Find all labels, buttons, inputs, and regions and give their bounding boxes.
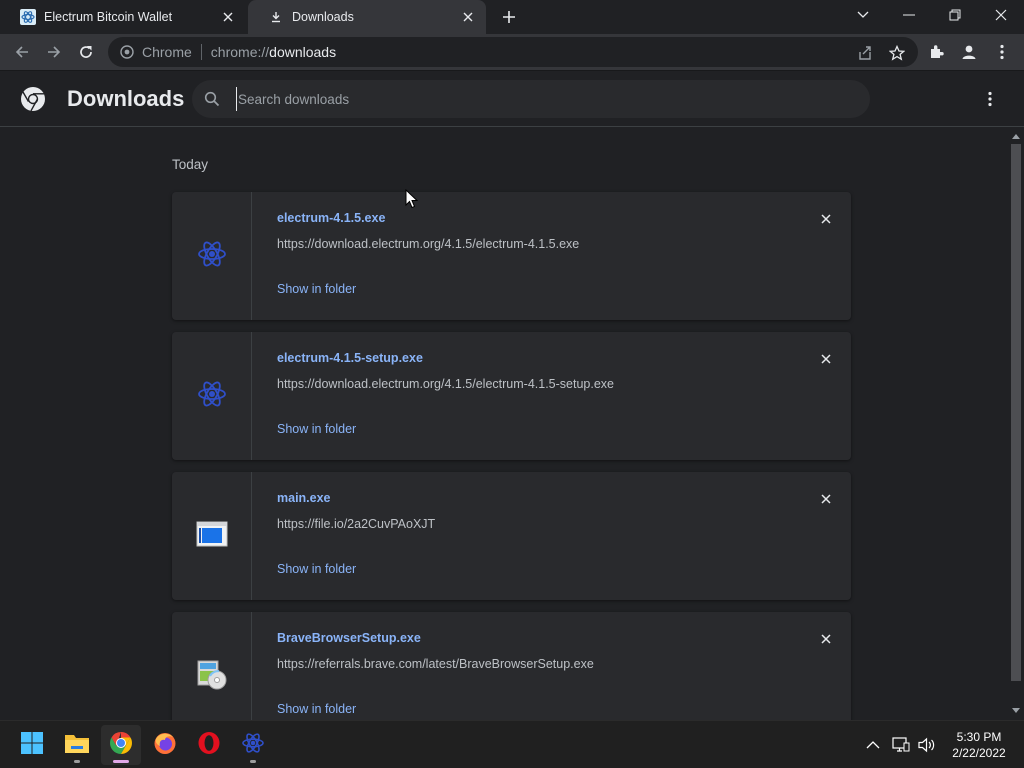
remove-download-icon[interactable] [817, 210, 835, 228]
downloads-list: Today electrum-4.1.5.exe https://downloa… [0, 128, 1008, 720]
show-in-folder-link[interactable]: Show in folder [277, 422, 356, 436]
remove-download-icon[interactable] [817, 630, 835, 648]
show-in-folder-link[interactable]: Show in folder [277, 282, 356, 296]
running-indicator [74, 760, 80, 763]
page-title: Downloads [67, 86, 185, 111]
file-explorer-icon [64, 732, 90, 759]
clock-time: 5:30 PM [956, 730, 1002, 744]
page-scrollbar[interactable] [1008, 128, 1024, 720]
installer-icon [195, 657, 229, 696]
reload-button[interactable] [72, 38, 100, 66]
download-filename-link[interactable]: main.exe [277, 491, 331, 505]
start-icon [20, 731, 44, 760]
more-menu-icon[interactable] [989, 39, 1015, 65]
download-item: electrum-4.1.5.exe https://download.elec… [172, 192, 851, 320]
running-indicator [250, 760, 256, 763]
forward-button[interactable] [40, 38, 68, 66]
file-icon-cell [172, 472, 252, 600]
omnibox-separator [200, 44, 202, 60]
omnibox-chip: Chrome [142, 44, 192, 60]
scroll-down-arrow-icon[interactable] [1011, 706, 1021, 716]
search-icon [204, 91, 220, 107]
clock-date: 2/22/2022 [952, 746, 1006, 760]
url-text: chrome://downloads [211, 44, 336, 60]
tab-strip: Electrum Bitcoin Wallet Downloads [0, 0, 1024, 34]
extensions-icon[interactable] [924, 39, 950, 65]
taskbar-firefox[interactable] [145, 725, 185, 765]
new-tab-button[interactable] [498, 6, 520, 28]
download-source-url[interactable]: https://referrals.brave.com/latest/Brave… [277, 657, 594, 671]
electrum-icon [196, 378, 228, 415]
download-item: BraveBrowserSetup.exe https://referrals.… [172, 612, 851, 720]
minimize-button[interactable] [886, 0, 932, 30]
show-hidden-icons-icon[interactable] [863, 735, 883, 755]
active-indicator [113, 760, 129, 763]
date-heading: Today [172, 157, 209, 172]
download-filename-link[interactable]: BraveBrowserSetup.exe [277, 631, 421, 645]
show-in-folder-link[interactable]: Show in folder [277, 562, 356, 576]
remove-download-icon[interactable] [817, 350, 835, 368]
firefox-icon [153, 731, 177, 760]
downloads-menu-icon[interactable] [980, 89, 1000, 109]
download-source-url[interactable]: https://download.electrum.org/4.1.5/elec… [277, 237, 579, 251]
tab-search-button[interactable] [840, 0, 886, 30]
download-icon [268, 9, 284, 25]
url-host: downloads [269, 44, 337, 60]
taskbar-opera[interactable] [189, 725, 229, 765]
taskbar-chrome[interactable] [101, 725, 141, 765]
search-box[interactable] [192, 80, 870, 118]
tab-electrum[interactable]: Electrum Bitcoin Wallet [0, 0, 246, 34]
exe-window-icon [196, 521, 228, 552]
tab-title: Electrum Bitcoin Wallet [44, 10, 173, 24]
download-filename-link[interactable]: electrum-4.1.5-setup.exe [277, 351, 423, 365]
profile-icon[interactable] [956, 39, 982, 65]
tab-downloads[interactable]: Downloads [248, 0, 486, 34]
scroll-up-arrow-icon[interactable] [1011, 131, 1021, 141]
file-icon-cell [172, 612, 252, 720]
close-tab-icon[interactable] [218, 7, 238, 27]
electrum-icon [196, 238, 228, 275]
file-icon-cell [172, 192, 252, 320]
show-in-folder-link[interactable]: Show in folder [277, 702, 356, 716]
mouse-cursor-icon [405, 188, 419, 209]
start-button[interactable] [12, 725, 52, 765]
taskbar-electrum[interactable] [233, 725, 273, 765]
close-tab-icon[interactable] [458, 7, 478, 27]
close-window-button[interactable] [978, 0, 1024, 30]
url-scheme: chrome:// [210, 44, 270, 60]
scroll-thumb[interactable] [1011, 144, 1021, 681]
electrum-icon [241, 731, 265, 760]
tab-title: Downloads [292, 10, 354, 24]
browser-toolbar: Chrome chrome://downloads [0, 34, 1024, 71]
volume-icon[interactable] [917, 735, 937, 755]
download-item: main.exe https://file.io/2a2CuvPAoXJT Sh… [172, 472, 851, 600]
remove-download-icon[interactable] [817, 490, 835, 508]
taskbar-clock[interactable]: 5:30 PM 2/22/2022 [944, 729, 1014, 761]
download-source-url[interactable]: https://download.electrum.org/4.1.5/elec… [277, 377, 614, 391]
electrum-icon [20, 9, 36, 25]
download-item: electrum-4.1.5-setup.exe https://downloa… [172, 332, 851, 460]
bookmark-star-icon[interactable] [888, 44, 906, 62]
file-icon-cell [172, 332, 252, 460]
chrome-logo-icon [20, 86, 46, 112]
chrome-icon [109, 731, 133, 760]
restore-button[interactable] [932, 0, 978, 30]
share-icon[interactable] [856, 44, 874, 62]
taskbar-file-explorer[interactable] [57, 725, 97, 765]
address-bar[interactable]: Chrome chrome://downloads [108, 37, 918, 67]
back-button[interactable] [8, 38, 36, 66]
chrome-page-icon [120, 45, 134, 59]
search-input[interactable] [236, 87, 836, 111]
download-source-url[interactable]: https://file.io/2a2CuvPAoXJT [277, 517, 435, 531]
opera-icon [197, 731, 221, 760]
download-filename-link[interactable]: electrum-4.1.5.exe [277, 211, 385, 225]
network-icon[interactable] [891, 735, 911, 755]
windows-taskbar: 5:30 PM 2/22/2022 [0, 720, 1024, 768]
downloads-header: Downloads [0, 72, 1024, 127]
